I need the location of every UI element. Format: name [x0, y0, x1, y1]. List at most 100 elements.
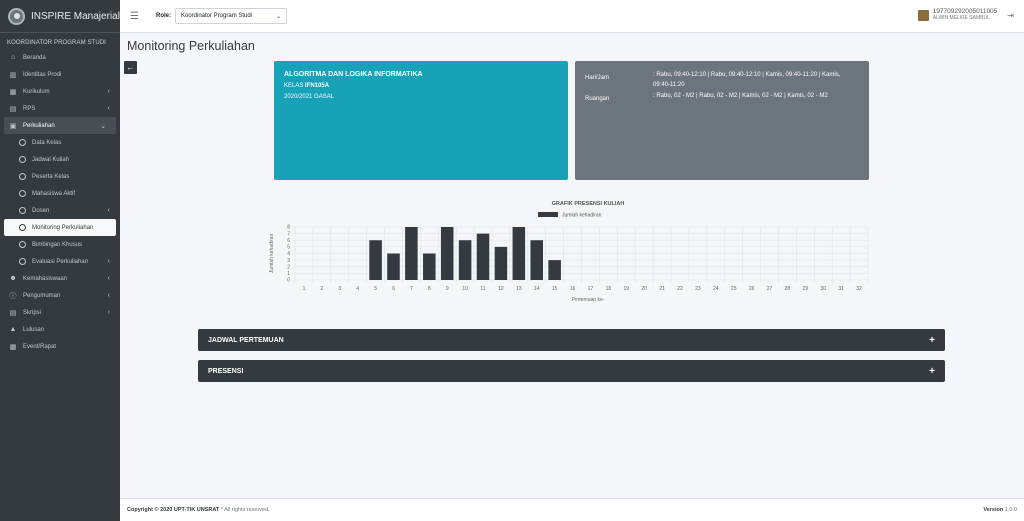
briefcase-icon: ▣: [9, 122, 17, 130]
circle-icon: [19, 173, 26, 180]
sidebar-subitem-label: Jadwal Kuliah: [32, 156, 70, 163]
sidebar-subitem-bimbingan-khusus[interactable]: Bimbingan Khusus: [0, 236, 120, 253]
x-tick-label: 5: [374, 286, 377, 292]
class-prefix: KELAS: [284, 83, 306, 89]
sidebar-subitem-label: Mahasiswa Aktif: [32, 190, 76, 197]
app-title: INSPIRE Manajerial: [31, 10, 120, 22]
x-tick-label: 21: [659, 286, 665, 292]
x-tick-label: 22: [677, 286, 683, 292]
role-label: Role:: [156, 13, 171, 19]
sidebar-item-label: Skripsi: [23, 309, 42, 316]
x-tick-label: 29: [803, 286, 809, 292]
x-tick-label: 3: [338, 286, 341, 292]
sidebar-item-perkuliahan[interactable]: ▣ Perkuliahan ⌄: [4, 117, 116, 134]
sidebar-subitem-mahasiswa-aktif[interactable]: Mahasiswa Aktif: [0, 185, 120, 202]
y-tick-label: 1: [287, 271, 290, 277]
chevron-left-icon: ‹: [107, 258, 110, 265]
bar: [387, 253, 400, 280]
sidebar-item-pengumuman[interactable]: ⓘ Pengumuman ‹: [0, 287, 120, 304]
sidebar-item-rps[interactable]: ▤ RPS ‹: [0, 100, 120, 117]
sidebar-item-lulusan[interactable]: ▲ Lulusan: [0, 321, 120, 338]
circle-icon: [19, 224, 26, 231]
y-tick-label: 7: [287, 231, 290, 237]
avatar: [917, 9, 929, 21]
course-name: ALGORITMA DAN LOGIKA INFORMATIKA: [284, 71, 423, 78]
sidebar-subitem-jadwal-kuliah[interactable]: Jadwal Kuliah: [0, 151, 120, 168]
course-info-card: ALGORITMA DAN LOGIKA INFORMATIKA KELAS I…: [274, 61, 568, 180]
university-icon: ▥: [9, 71, 17, 79]
x-tick-label: 20: [641, 286, 647, 292]
x-tick-label: 31: [838, 286, 844, 292]
chevron-down-icon: ⌄: [275, 13, 281, 20]
user-id: 197709292005011005: [932, 8, 998, 15]
class-code: IFN105A: [305, 83, 330, 89]
room-label: Ruangan: [585, 96, 610, 102]
circle-icon: [19, 258, 26, 265]
chevron-left-icon: ‹: [107, 292, 110, 299]
circle-icon: [19, 139, 26, 146]
x-tick-label: 24: [713, 286, 719, 292]
chevron-left-icon: ‹: [107, 309, 110, 316]
accordion-title: JADWAL PERTEMUAN: [208, 336, 284, 344]
sidebar-item-label: Perkuliahan: [23, 122, 55, 129]
accordion-title: PRESENSI: [208, 367, 244, 375]
x-tick-label: 12: [498, 286, 504, 292]
info-icon: ⓘ: [9, 292, 17, 300]
x-tick-label: 23: [695, 286, 701, 292]
user-name: ALWIN MELKIE SAMBUL: [932, 15, 990, 21]
course-semester: 2020/2021 GASAL: [284, 94, 335, 100]
user-menu[interactable]: 197709292005011005 ALWIN MELKIE SAMBUL ⇥: [917, 8, 1014, 22]
back-button[interactable]: ←: [124, 61, 137, 74]
accordion-jadwal-pertemuan[interactable]: JADWAL PERTEMUAN +: [198, 329, 945, 351]
sidebar-subitem-label: Bimbingan Khusus: [32, 241, 83, 248]
bar: [458, 240, 472, 280]
sidebar-item-skripsi[interactable]: ▤ Skripsi ‹: [0, 304, 120, 321]
plus-icon: +: [929, 334, 935, 346]
bar: [476, 233, 490, 280]
rights-text: * All rights reserved.: [219, 507, 270, 513]
sidebar-item-kurikulum[interactable]: ▦ Kurikulum ‹: [0, 83, 120, 100]
schedule-card: Hari/Jam : Rabu, 09:40-12:10 | Rabu, 09:…: [575, 61, 869, 180]
x-tick-label: 8: [428, 286, 431, 292]
role-select-value: Koordinator Program Studi: [181, 13, 253, 19]
sidebar-subitem-dosen[interactable]: Dosen ‹: [0, 202, 120, 219]
sidebar-subitem-evaluasi-perkuliahan[interactable]: Evaluasi Perkuliahan ‹: [0, 253, 120, 270]
logout-icon[interactable]: ⇥: [1007, 11, 1014, 20]
plus-icon: +: [929, 365, 935, 377]
y-tick-label: 8: [287, 225, 290, 231]
sidebar-subitem-monitoring-perkuliahan[interactable]: Monitoring Perkuliahan: [4, 219, 116, 236]
x-tick-label: 32: [856, 286, 862, 292]
x-tick-label: 14: [534, 286, 540, 292]
sidebar-item-identitas-prodi[interactable]: ▥ Identitas Prodi: [0, 66, 120, 83]
accordion-presensi[interactable]: PRESENSI +: [198, 360, 945, 382]
book-icon: ▤: [9, 309, 17, 317]
sidebar-subitem-peserta-kelas[interactable]: Peserta Kelas: [0, 168, 120, 185]
sidebar-item-event-rapat[interactable]: ▦ Event/Rapat: [0, 338, 120, 355]
legend-swatch: [538, 212, 558, 217]
hamburger-menu-icon[interactable]: ☰: [130, 11, 144, 22]
circle-icon: [19, 190, 26, 197]
role-select[interactable]: Koordinator Program Studi ⌄: [175, 8, 287, 24]
bar: [512, 227, 526, 280]
sidebar-item-kemahasiswaan[interactable]: ☻ Kemahasiswaan ‹: [0, 270, 120, 287]
sidebar-item-label: Kurikulum: [23, 88, 50, 95]
x-tick-label: 18: [606, 286, 612, 292]
x-tick-label: 7: [410, 286, 413, 292]
version-value: 1.0.0: [1003, 507, 1017, 513]
chevron-left-icon: ‹: [107, 105, 110, 112]
chevron-down-icon: ⌄: [100, 122, 106, 130]
sidebar-subitem-data-kelas[interactable]: Data Kelas: [0, 134, 120, 151]
circle-icon: [19, 156, 26, 163]
sidebar-subitem-label: Peserta Kelas: [32, 173, 70, 180]
day-time-label: Hari/Jam: [585, 75, 610, 81]
bar: [548, 260, 561, 280]
sidebar-item-label: Event/Rapat: [23, 343, 57, 350]
attendance-chart-svg: GRAFIK PRESENSI KULIAHJumlah kehadiran01…: [269, 201, 869, 303]
room-value: : Rabu, 02 - M2 | Rabu, 02 - M2 | Kamis,…: [653, 93, 828, 99]
copyright-text: Copyright © 2020 UPT-TIK UNSRAT: [127, 507, 220, 513]
sidebar-subitem-label: Data Kelas: [32, 139, 62, 146]
version-label: Version: [983, 507, 1004, 513]
brand[interactable]: INSPIRE Manajerial: [0, 0, 120, 33]
sidebar-item-beranda[interactable]: ⌂ Beranda: [0, 49, 120, 66]
chart-title: GRAFIK PRESENSI KULIAH: [552, 201, 625, 207]
